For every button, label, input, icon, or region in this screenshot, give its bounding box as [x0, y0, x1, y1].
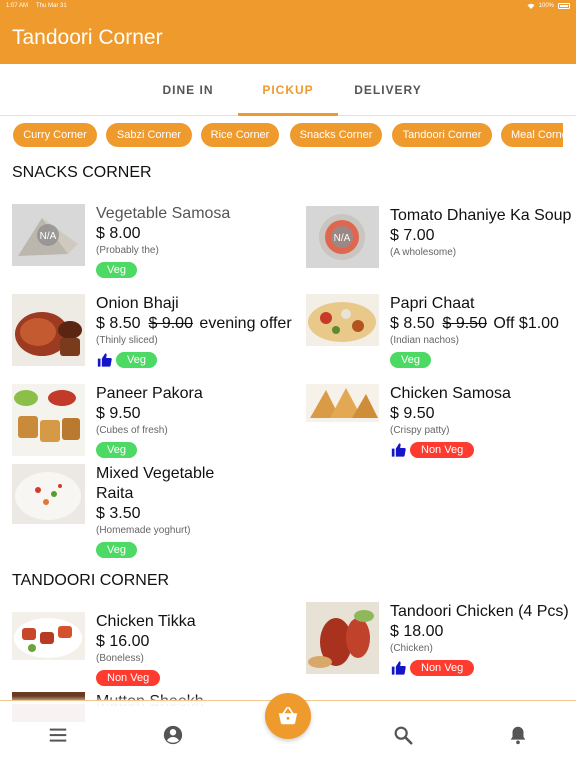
item-description: (Thinly sliced)	[96, 335, 158, 346]
item-price: $ 7.00	[390, 227, 435, 244]
veg-badge: Veg	[390, 352, 431, 368]
non-veg-badge: Non Veg	[96, 670, 161, 686]
food-image-placeholder: N/A	[306, 206, 379, 268]
current-price: $ 8.50	[390, 315, 435, 332]
tab-delivery[interactable]: DELIVERY	[338, 64, 438, 116]
item-description: (A wholesome)	[390, 247, 457, 258]
item-description: (Probably the)	[96, 245, 159, 256]
status-date: Thu Mar 31	[36, 3, 67, 9]
tab-dine-in[interactable]: DINE IN	[138, 64, 238, 116]
item-name: Vegetable Samosa	[96, 205, 231, 222]
item-price: $ 16.00	[96, 633, 150, 650]
item-description: (Indian nachos)	[390, 335, 459, 346]
menu-item-mixed-vegetable-raita[interactable]: Mixed Vegetable Raita $ 3.50 (Homemade y…	[12, 464, 242, 560]
chip-tandoori-corner[interactable]: Tandoori Corner	[392, 123, 492, 147]
item-price: $ 8.50 $ 9.50 Off $1.00	[390, 314, 576, 334]
svg-text:N/A: N/A	[334, 233, 351, 244]
food-image-papri-chaat	[306, 294, 379, 346]
status-time: 1:07 AM	[6, 3, 29, 9]
chip-meal-corner[interactable]: Meal Corner	[501, 123, 563, 147]
veg-badge: Veg	[116, 352, 157, 368]
item-name: Onion Bhaji	[96, 295, 179, 312]
menu-item-onion-bhaji[interactable]: Onion Bhaji $ 8.50 $ 9.00 evening offer (…	[12, 294, 292, 370]
search-icon[interactable]	[391, 723, 415, 747]
menu-item-tomato-soup[interactable]: N/A Tomato Dhaniye Ka Soup $ 7.00 (A who…	[306, 206, 576, 282]
original-price: $ 9.50	[442, 315, 487, 332]
item-price: $ 8.00	[96, 225, 141, 242]
current-price: $ 8.50	[96, 315, 141, 332]
chip-curry-corner[interactable]: Curry Corner	[13, 123, 97, 147]
food-image-tandoori-chicken	[306, 602, 379, 674]
item-price: $ 8.50 $ 9.00 evening offer	[96, 314, 292, 334]
item-price: $ 9.50	[96, 405, 141, 422]
menu-item-tandoori-chicken[interactable]: Tandoori Chicken (4 Pcs) $ 18.00 (Chicke…	[306, 602, 576, 698]
chip-sabzi-corner[interactable]: Sabzi Corner	[106, 123, 192, 147]
item-name: Chicken Samosa	[390, 385, 511, 402]
item-description: (Boneless)	[96, 653, 144, 664]
offer-label: Off $1.00	[493, 315, 559, 332]
item-price: $ 9.50	[390, 405, 435, 422]
offer-label: evening offer	[199, 315, 292, 332]
food-image-onion-bhaji	[12, 294, 85, 366]
item-name: Mixed Vegetable Raita	[96, 465, 215, 502]
svg-text:N/A: N/A	[40, 231, 57, 242]
menu-item-chicken-tikka[interactable]: Chicken Tikka $ 16.00 (Boneless) Non Veg	[12, 612, 292, 688]
item-name: Tandoori Chicken (4 Pcs)	[390, 603, 569, 620]
category-chips: Curry Corner Sabzi Corner Rice Corner Sn…	[0, 116, 563, 152]
account-icon[interactable]	[161, 723, 185, 747]
app-title: Tandoori Corner	[12, 26, 163, 49]
menu-icon[interactable]	[46, 723, 70, 747]
chip-rice-corner[interactable]: Rice Corner	[201, 123, 279, 147]
item-price: $ 18.00	[390, 623, 444, 640]
item-description: (Cubes of fresh)	[96, 425, 168, 436]
wifi-icon	[527, 3, 535, 9]
order-type-tabs: DINE IN PICKUP DELIVERY	[0, 64, 576, 116]
item-price: $ 3.50	[96, 505, 141, 522]
veg-badge: Veg	[96, 262, 137, 278]
item-description: (Chicken)	[390, 643, 433, 654]
food-image-placeholder: N/A	[12, 204, 85, 266]
cart-basket-icon[interactable]	[265, 693, 311, 739]
item-name: Chicken Tikka	[96, 613, 196, 630]
veg-badge: Veg	[96, 442, 137, 458]
thumbs-up-icon[interactable]	[390, 660, 407, 676]
bell-icon[interactable]	[506, 723, 530, 747]
non-veg-badge: Non Veg	[410, 442, 475, 458]
menu-item-papri-chaat[interactable]: Papri Chaat $ 8.50 $ 9.50 Off $1.00 (Indi…	[306, 294, 576, 370]
food-image-chicken-samosa	[306, 384, 379, 422]
app-screen: 1:07 AM Thu Mar 31 100% Tandoori Corner …	[0, 0, 576, 768]
thumbs-up-icon[interactable]	[390, 442, 407, 458]
food-image-chicken-tikka	[12, 612, 85, 660]
veg-badge: Veg	[96, 542, 137, 558]
battery-percent: 100%	[538, 3, 554, 9]
non-veg-badge: Non Veg	[410, 660, 475, 676]
chip-snacks-corner[interactable]: Snacks Corner	[290, 123, 382, 147]
item-name: Tomato Dhaniye Ka Soup	[390, 207, 572, 224]
section-title-tandoori: TANDOORI CORNER	[12, 572, 170, 589]
section-title-snacks: SNACKS CORNER	[12, 164, 152, 181]
item-name: Paneer Pakora	[96, 385, 203, 402]
menu-item-vegetable-samosa[interactable]: N/A Vegetable Samosa $ 8.00 (Probably th…	[12, 204, 292, 280]
menu-item-chicken-samosa[interactable]: Chicken Samosa $ 9.50 (Crispy patty) Non…	[306, 384, 576, 460]
status-bar: 1:07 AM Thu Mar 31 100%	[0, 0, 576, 12]
battery-icon	[558, 3, 570, 9]
item-description: (Crispy patty)	[390, 425, 450, 436]
food-image-paneer-pakora	[12, 384, 85, 456]
item-name: Papri Chaat	[390, 295, 475, 312]
item-description: (Homemade yoghurt)	[96, 525, 191, 536]
food-image-raita	[12, 464, 85, 524]
thumbs-up-icon[interactable]	[96, 352, 113, 368]
original-price: $ 9.00	[148, 315, 193, 332]
app-bar: Tandoori Corner	[0, 12, 576, 64]
menu-item-paneer-pakora[interactable]: Paneer Pakora $ 9.50 (Cubes of fresh) Ve…	[12, 384, 292, 460]
tab-pickup[interactable]: PICKUP	[238, 64, 338, 116]
